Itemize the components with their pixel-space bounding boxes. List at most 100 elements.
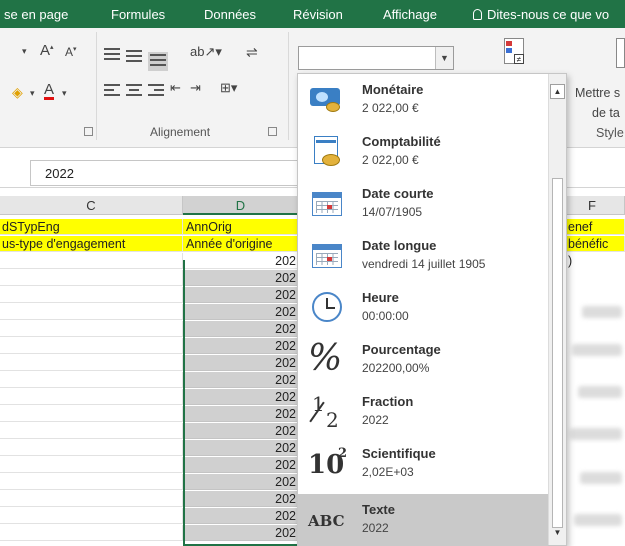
- cond-format-label-1: Mettre s: [575, 86, 621, 100]
- align-bottom-icon[interactable]: [148, 52, 168, 71]
- cell-f1[interactable]: enef: [560, 219, 625, 235]
- align-left-icon[interactable]: [104, 84, 120, 99]
- cell-d-value[interactable]: 202: [183, 304, 299, 320]
- format-as-table-icon[interactable]: [616, 38, 625, 68]
- table-row[interactable]: [0, 457, 183, 473]
- fill-color-dropdown-icon[interactable]: ▾: [30, 88, 35, 99]
- font-color-button[interactable]: A: [44, 82, 55, 100]
- font-dialog-launcher-icon[interactable]: [84, 127, 93, 136]
- tell-me-label: Dites-nous ce que vo: [487, 7, 610, 22]
- calendar-icon: [308, 186, 346, 222]
- scroll-down-icon[interactable]: ▼: [550, 526, 565, 541]
- column-header-d[interactable]: D: [183, 196, 299, 215]
- conditional-format-icon[interactable]: ≠: [500, 38, 528, 68]
- font-color-dropdown-icon[interactable]: ▾: [62, 88, 67, 99]
- number-format-preview: 2022: [362, 413, 389, 427]
- cell-f3[interactable]: ): [560, 253, 625, 269]
- number-format-title: Heure: [362, 290, 399, 305]
- cell-d-value[interactable]: 202: [183, 440, 299, 456]
- table-row[interactable]: [0, 491, 183, 507]
- tab-donnees[interactable]: Données: [204, 7, 256, 22]
- cell-d-value[interactable]: 202: [183, 474, 299, 490]
- table-row[interactable]: [0, 321, 183, 337]
- dropdown-scrollbar[interactable]: ▲ ▼: [548, 74, 566, 545]
- cell-d-value[interactable]: 202: [183, 270, 299, 286]
- scroll-up-icon[interactable]: ▲: [550, 84, 565, 99]
- table-row[interactable]: [0, 355, 183, 371]
- table-row[interactable]: [0, 440, 183, 456]
- cell-d-value[interactable]: 202: [183, 525, 299, 541]
- cell-d-value[interactable]: 202: [183, 287, 299, 303]
- cell-d-value[interactable]: 202: [183, 406, 299, 422]
- orientation-icon[interactable]: ab↗▾: [190, 44, 222, 60]
- cell-d-value[interactable]: 202: [183, 355, 299, 371]
- table-row[interactable]: [0, 253, 183, 269]
- number-format-dropdown[interactable]: Monétaire 2 022,00 € Comptabilité 2 022,00 …: [297, 73, 567, 546]
- align-middle-icon[interactable]: [126, 50, 142, 65]
- shrink-font-button[interactable]: A▾: [65, 45, 77, 59]
- number-format-preview: vendredi 14 juillet 1905: [362, 257, 486, 271]
- number-format-option[interactable]: 1 2 Fraction 2022: [298, 386, 548, 438]
- fill-color-icon[interactable]: ◈: [12, 84, 23, 101]
- table-row[interactable]: [0, 406, 183, 422]
- table-row[interactable]: [0, 372, 183, 388]
- column-header-c[interactable]: C: [0, 196, 183, 215]
- cell-d-value[interactable]: 202: [183, 321, 299, 337]
- scientific-icon: 10 2: [308, 446, 348, 480]
- tab-affichage[interactable]: Affichage: [383, 7, 437, 22]
- cell-d-value[interactable]: 202: [183, 389, 299, 405]
- chevron-down-icon[interactable]: ▼: [435, 47, 453, 69]
- grow-font-button[interactable]: A▴: [40, 42, 54, 59]
- number-format-option[interactable]: ABC Texte 2022: [298, 494, 548, 546]
- table-row[interactable]: [0, 287, 183, 303]
- number-format-option[interactable]: 10 2 Scientifique 2,02E+03: [298, 438, 548, 490]
- cell-d-value[interactable]: 202: [183, 457, 299, 473]
- cell-c2[interactable]: us-type d'engagement: [0, 236, 183, 252]
- column-header-f[interactable]: F: [560, 196, 625, 215]
- tell-me-search[interactable]: Dites-nous ce que vo: [473, 7, 609, 22]
- cell-d-value[interactable]: 202: [183, 253, 299, 269]
- number-format-option[interactable]: Heure 00:00:00: [298, 282, 548, 334]
- align-top-icon[interactable]: [104, 48, 120, 63]
- cell-d-value[interactable]: 202: [183, 338, 299, 354]
- wrap-text-icon[interactable]: ⇌: [246, 44, 258, 61]
- tab-formules[interactable]: Formules: [111, 7, 165, 22]
- number-format-option[interactable]: % Pourcentage 202200,00%: [298, 334, 548, 386]
- number-format-option[interactable]: Date courte 14/07/1905: [298, 178, 548, 230]
- merge-center-icon[interactable]: ⊞▾: [220, 80, 237, 96]
- align-right-icon[interactable]: [148, 84, 164, 99]
- cell-c1[interactable]: dSTypEng: [0, 219, 183, 235]
- table-row[interactable]: [0, 270, 183, 286]
- increase-indent-icon[interactable]: ⇥: [190, 80, 201, 96]
- cell-d-value[interactable]: 202: [183, 508, 299, 524]
- table-row[interactable]: [0, 389, 183, 405]
- font-size-dropdown-icon[interactable]: ▾: [22, 46, 27, 57]
- table-row[interactable]: [0, 423, 183, 439]
- cell-f2[interactable]: bénéfic: [560, 236, 625, 252]
- number-format-preview: 14/07/1905: [362, 205, 423, 219]
- cell-d-value[interactable]: 202: [183, 372, 299, 388]
- cell-d-value[interactable]: 202: [183, 423, 299, 439]
- cell-d1[interactable]: AnnOrig: [183, 219, 299, 235]
- table-row[interactable]: [0, 338, 183, 354]
- align-center-icon[interactable]: [126, 84, 142, 99]
- alignment-dialog-launcher-icon[interactable]: [268, 127, 277, 136]
- currency-icon: [308, 82, 346, 118]
- number-format-option[interactable]: Comptabilité 2 022,00 €: [298, 126, 548, 178]
- tab-revision[interactable]: Révision: [293, 7, 343, 22]
- number-format-option[interactable]: Monétaire 2 022,00 €: [298, 74, 548, 126]
- table-row[interactable]: [0, 474, 183, 490]
- scroll-thumb[interactable]: [552, 178, 563, 528]
- cell-d-value[interactable]: 202: [183, 491, 299, 507]
- tab-mise-en-page[interactable]: se en page: [4, 7, 68, 22]
- table-row[interactable]: [0, 525, 183, 541]
- cell-d2[interactable]: Année d'origine: [183, 236, 299, 252]
- number-format-combobox[interactable]: ▼: [298, 46, 454, 70]
- table-row[interactable]: [0, 508, 183, 524]
- table-row[interactable]: [0, 304, 183, 320]
- number-format-option[interactable]: Date longue vendredi 14 juillet 1905: [298, 230, 548, 282]
- decrease-indent-icon[interactable]: ⇤: [170, 80, 181, 96]
- style-group-label: Style: [596, 126, 624, 140]
- number-format-title: Monétaire: [362, 82, 424, 97]
- formula-input[interactable]: 2022: [30, 160, 300, 186]
